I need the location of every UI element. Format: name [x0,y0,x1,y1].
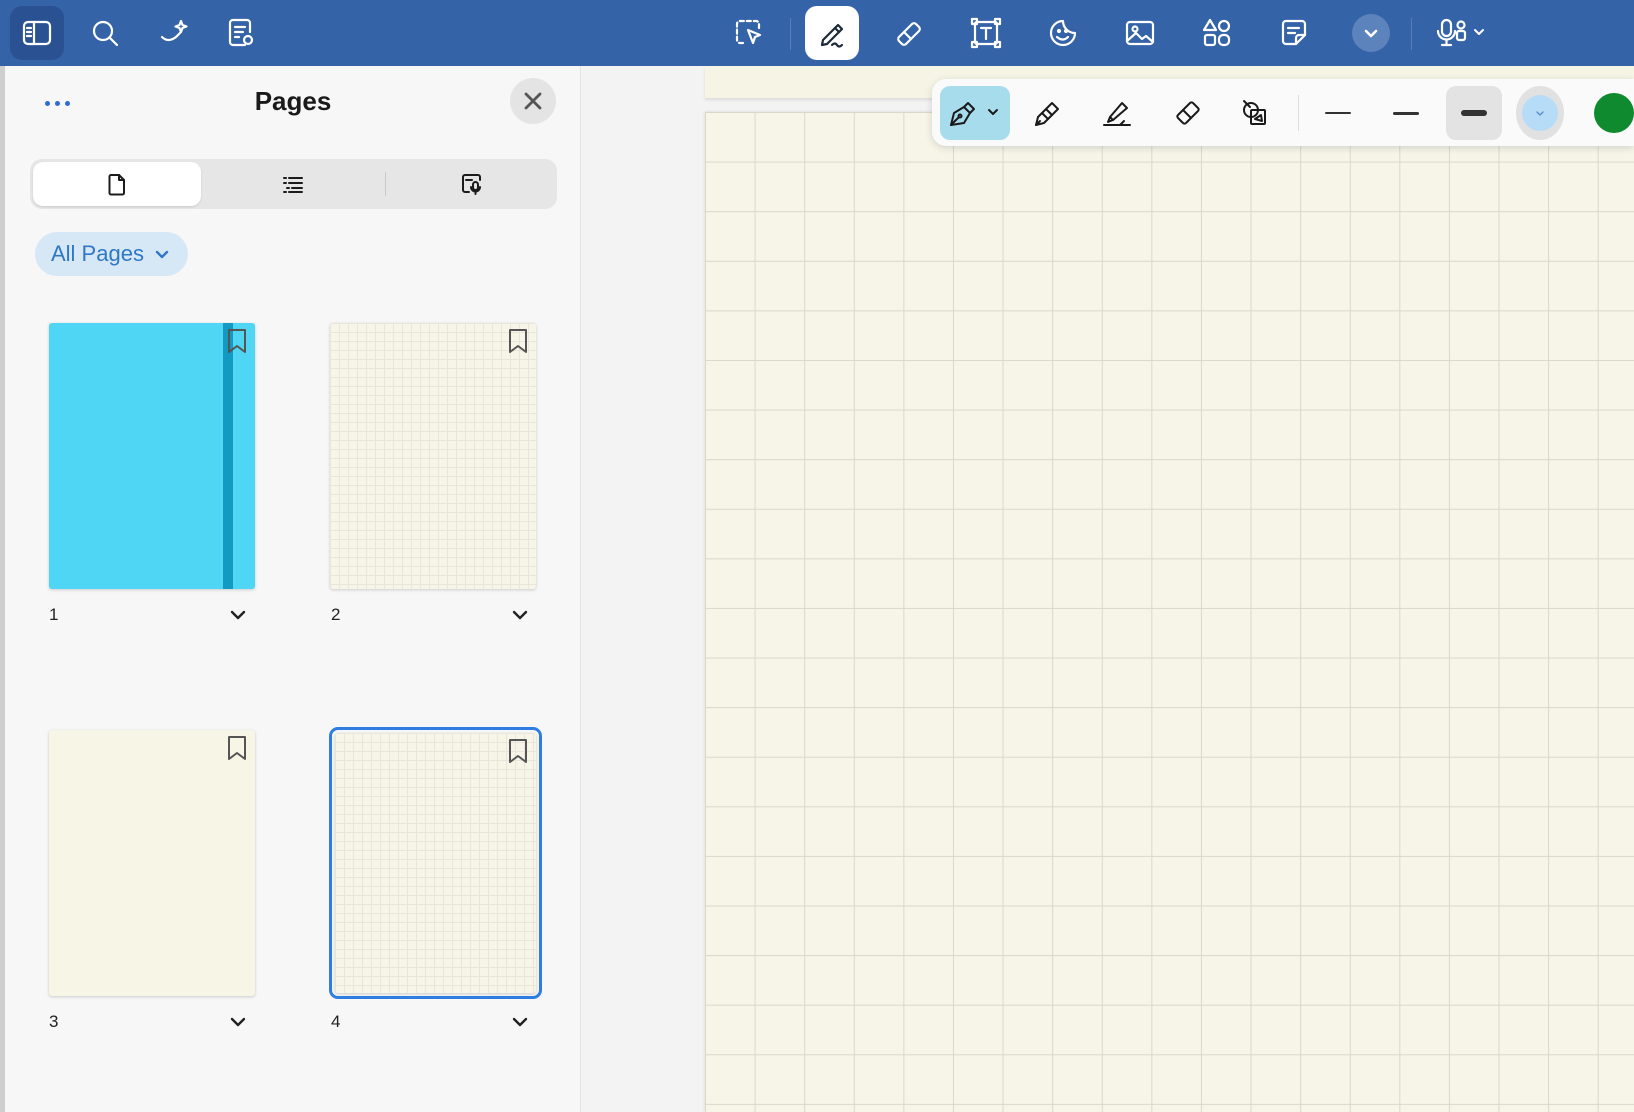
bookmark-button[interactable] [506,737,530,765]
close-sidebar-button[interactable] [510,78,556,124]
stroke-width-thick[interactable] [1446,86,1502,140]
sticker-tool-button[interactable] [1036,6,1090,60]
page-options-button[interactable] [509,604,531,626]
sticky-note-icon [1281,19,1307,46]
audio-record-button[interactable] [1424,6,1504,60]
shape-pen-icon [1243,100,1266,125]
toolbar-divider [790,18,791,50]
chevron-down-icon [1364,29,1378,38]
eraser-icon [1176,101,1200,125]
filter-label: All Pages [51,241,144,266]
text-box-icon [970,17,1002,49]
page-thumbnail-1[interactable] [49,323,255,589]
sidebar-view-tabs [30,159,557,209]
stroke-width-thin[interactable] [1310,86,1366,140]
page-icon [108,174,125,196]
page-number: 2 [331,605,341,624]
app-window: Pages All Pages 1 2 3 4 [0,0,1634,1112]
lasso-select-icon [735,19,762,45]
pen-toolbar-divider [1298,95,1299,131]
pen-options-toolbar [932,79,1634,146]
search-icon [92,20,119,47]
pen-icon [820,23,844,48]
bookmark-icon [509,739,527,763]
chevron-down-icon [230,1017,246,1027]
page-thumbnail-3[interactable] [49,730,255,996]
medium-line-icon [1393,111,1419,115]
page-number: 4 [331,1012,341,1031]
text-tool-button[interactable] [959,6,1013,60]
color-swatch-green[interactable] [1594,93,1634,133]
page-thumbnail-2[interactable] [330,323,536,589]
fountain-pen-icon [950,102,998,126]
toolbar-divider [1411,18,1412,50]
ball-pen-icon [1035,102,1059,126]
more-tools-button[interactable] [1352,14,1390,52]
stroke-width-medium[interactable] [1378,86,1434,140]
page-filter-dropdown[interactable]: All Pages [35,232,188,276]
note-view-button[interactable] [214,6,268,60]
chevron-down-icon [155,250,169,259]
page-options-button[interactable] [227,604,249,626]
lasso-select-button[interactable] [722,6,776,60]
light-blue-color-dot [1522,95,1558,131]
color-swatch-light-blue[interactable] [1516,86,1564,140]
sticker-icon [1049,19,1077,47]
ball-pen-button[interactable] [1020,86,1076,140]
sidebar-title: Pages [254,86,332,116]
shape-recognition-button[interactable] [1228,86,1284,140]
chevron-down-icon [512,610,528,620]
bookmark-button[interactable] [506,327,530,355]
page-thumbnail-4[interactable] [329,727,542,999]
search-button[interactable] [78,6,132,60]
shapes-icon [1202,18,1231,47]
chevron-down-icon [512,1017,528,1027]
chevron-down-icon [230,610,246,620]
bookmark-button[interactable] [225,734,249,762]
highlighter-icon [1103,102,1131,126]
pen-tool-button[interactable] [805,6,859,60]
page-options-button[interactable] [227,1011,249,1033]
document-view-icon [228,18,254,47]
sidebar-icon [22,20,52,46]
image-tool-button[interactable] [1113,6,1167,60]
bookmark-icon [228,329,246,353]
eraser-tool-button[interactable] [882,6,936,60]
tab-pages[interactable] [33,162,201,206]
tab-divider [385,172,386,196]
top-toolbar [0,0,1634,66]
page-options-button[interactable] [509,1011,531,1033]
close-icon [524,92,542,110]
eraser-icon [897,22,921,46]
page-number: 3 [49,1012,59,1031]
bookmark-icon [228,736,246,760]
thick-line-icon [1461,110,1487,116]
audio-page-icon [462,174,481,195]
tab-audio-recordings[interactable] [390,162,554,206]
fountain-pen-button[interactable] [940,86,1010,140]
pages-sidebar: Pages All Pages 1 2 3 4 [5,66,581,1112]
shapes-tool-button[interactable] [1190,6,1244,60]
microphone-lock-icon [1436,18,1484,47]
image-icon [1125,20,1155,46]
thin-line-icon [1325,112,1351,114]
sparkle-icon [160,19,188,42]
tab-outline[interactable] [205,162,380,206]
sticky-note-tool-button[interactable] [1267,6,1321,60]
highlighter-button[interactable] [1090,86,1146,140]
pen-eraser-button[interactable] [1160,86,1216,140]
outline-list-icon [282,177,303,193]
page-number: 1 [49,605,59,624]
ai-assistant-button[interactable] [146,6,200,60]
note-page-canvas[interactable] [705,112,1634,1112]
cover-elastic-band [223,323,233,589]
sidebar-toggle-button[interactable] [10,6,64,60]
bookmark-icon [509,329,527,353]
bookmark-button[interactable] [225,327,249,355]
chevron-down-icon [1536,111,1544,116]
